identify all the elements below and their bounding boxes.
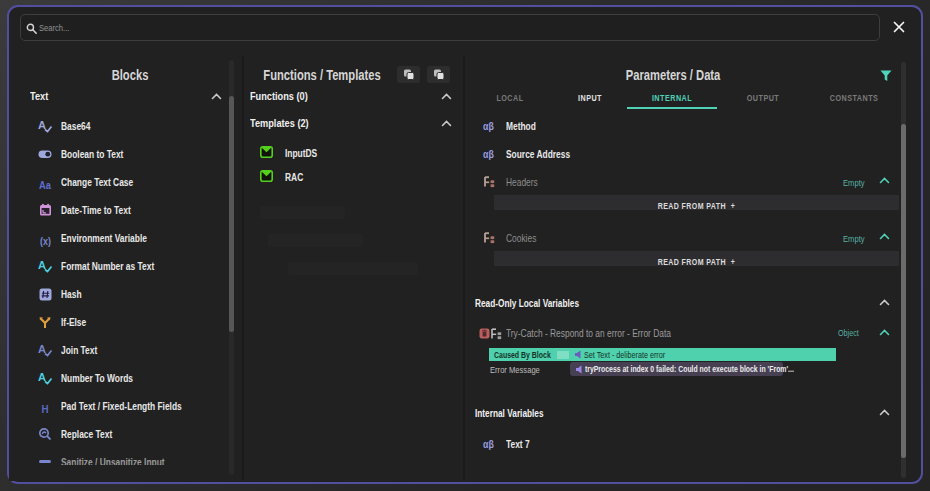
svg-text:A: A: [38, 343, 46, 355]
svg-text:A: A: [38, 119, 46, 131]
svg-text:A: A: [38, 259, 46, 271]
svg-text:A: A: [38, 371, 46, 383]
